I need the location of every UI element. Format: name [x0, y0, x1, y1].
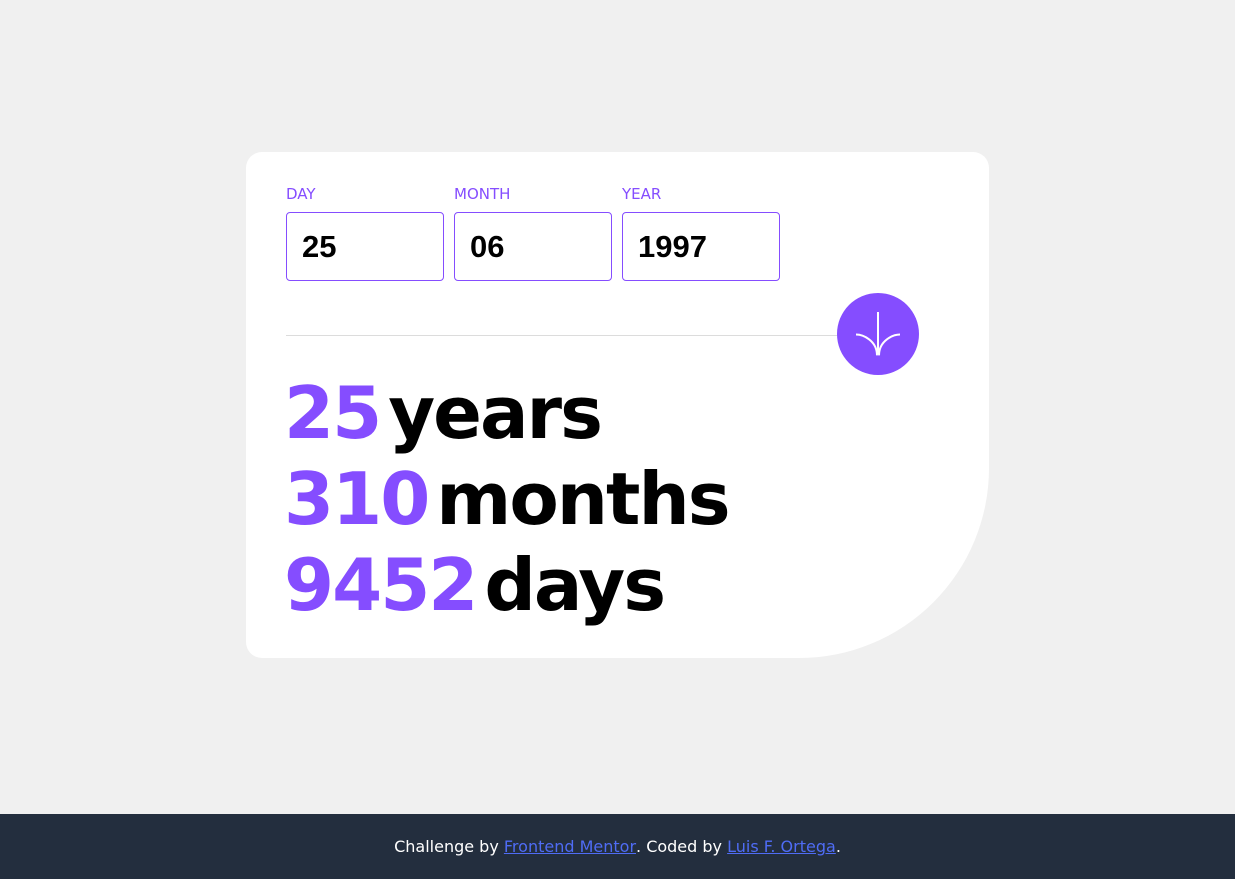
days-unit: days	[484, 543, 666, 627]
frontend-mentor-link[interactable]: Frontend Mentor	[504, 837, 636, 856]
day-field-group: DAY	[286, 184, 444, 281]
month-label: MONTH	[454, 185, 511, 203]
months-value: 310	[284, 457, 430, 541]
divider	[286, 335, 906, 336]
footer-suffix: .	[835, 837, 841, 856]
years-unit: years	[388, 371, 603, 455]
day-label: DAY	[286, 185, 316, 203]
date-fields: DAY MONTH YEAR	[286, 184, 780, 281]
footer-middle: . Coded by	[636, 837, 728, 856]
arrow-down-icon	[855, 312, 901, 356]
submit-button[interactable]	[837, 293, 919, 375]
results: 25 years 310 months 9452 days	[284, 370, 731, 628]
year-label: YEAR	[622, 185, 662, 203]
result-months: 310 months	[284, 456, 731, 542]
page: DAY MONTH YEAR	[0, 0, 1235, 879]
result-years: 25 years	[284, 370, 729, 456]
year-field-group: YEAR	[622, 184, 780, 281]
month-input[interactable]	[454, 212, 612, 281]
month-field-group: MONTH	[454, 184, 612, 281]
result-days: 9452 days	[284, 542, 729, 628]
footer: Challenge by Frontend Mentor . Coded by …	[0, 814, 1235, 879]
day-input[interactable]	[286, 212, 444, 281]
author-link[interactable]: Luis F. Ortega	[727, 837, 836, 856]
year-input[interactable]	[622, 212, 780, 281]
months-unit: months	[436, 457, 730, 541]
footer-prefix: Challenge by	[394, 837, 504, 856]
days-value: 9452	[284, 543, 478, 627]
years-value: 25	[284, 371, 382, 455]
age-calculator-card: DAY MONTH YEAR	[246, 152, 989, 658]
